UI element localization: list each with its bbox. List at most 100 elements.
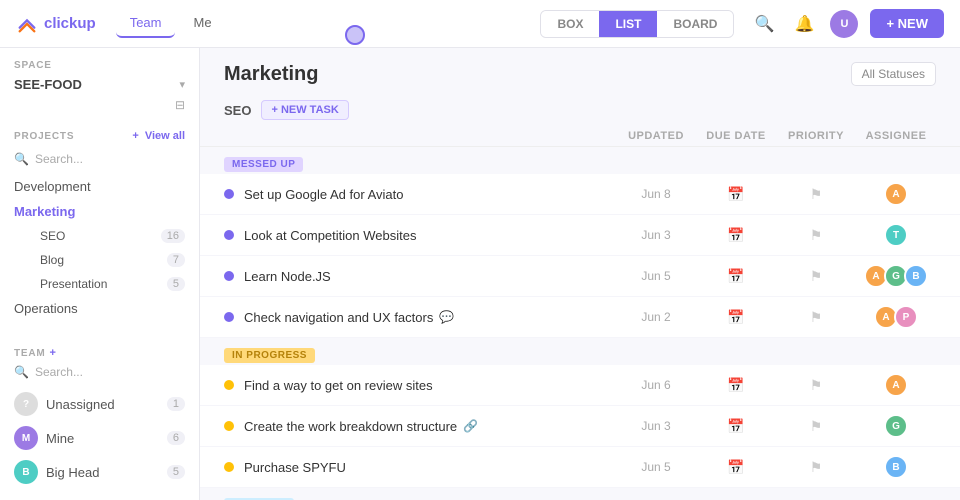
avatar: P [894, 305, 918, 329]
task-updated: Jun 8 [616, 187, 696, 201]
col-updated: UPDATED [616, 130, 696, 142]
table-row[interactable]: Check navigation and UX factors 💬 Jun 2 … [200, 297, 960, 338]
sidebar-item-marketing[interactable]: Marketing [0, 199, 199, 224]
projects-actions: + View all [132, 130, 185, 142]
bighead-avatar: B [14, 460, 38, 484]
mine-label: Mine [46, 431, 74, 446]
status-badge-messed-up: MESSED UP [224, 157, 303, 172]
calendar-icon: 📅 [727, 186, 744, 202]
view-all-projects-link[interactable]: View all [145, 130, 185, 142]
assignee-group: B [884, 455, 908, 479]
table-row[interactable]: Look at Competition Websites Jun 3 📅 ⚑ T [200, 215, 960, 256]
sidebar-team-mine[interactable]: M Mine 6 [0, 421, 199, 455]
sidebar-item-operations[interactable]: Operations [0, 296, 199, 321]
sidebar-item-seo-label: SEO [40, 229, 65, 243]
task-name: Look at Competition Websites [244, 228, 616, 243]
status-filter-button[interactable]: All Statuses [851, 62, 936, 86]
nav-icons: 🔍 🔔 U [750, 10, 858, 38]
projects-section: PROJECTS + View all 🔍 Search... Developm… [0, 124, 199, 321]
main-header: Marketing All Statuses [200, 48, 960, 94]
view-tab-box[interactable]: BOX [541, 11, 599, 37]
task-priority: ⚑ [776, 377, 856, 394]
task-due: 📅 [696, 377, 776, 394]
new-task-button[interactable]: + NEW TASK [261, 100, 348, 120]
team-label: TEAM [14, 348, 46, 359]
task-assignee: A P [856, 305, 936, 329]
avatar: A [884, 373, 908, 397]
col-assignee: ASSIGNEE [856, 130, 936, 142]
sidebar-team-bighead[interactable]: B Big Head 5 [0, 455, 199, 489]
sidebar-filter-icon[interactable]: ⊟ [175, 98, 185, 112]
task-name: Set up Google Ad for Aviato [244, 187, 616, 202]
sidebar-item-blog-count: 7 [167, 253, 185, 267]
task-due: 📅 [696, 309, 776, 326]
task-group-header-starting: STARTING [200, 488, 960, 500]
table-row[interactable]: Set up Google Ad for Aviato Jun 8 📅 ⚑ A [200, 174, 960, 215]
project-search[interactable]: 🔍 Search... [0, 148, 199, 174]
nav-tab-me[interactable]: Me [179, 9, 225, 38]
nav-tabs: Team Me [116, 9, 226, 38]
avatar: B [904, 264, 928, 288]
task-dot [224, 312, 234, 322]
task-group-starting: STARTING [200, 488, 960, 500]
task-due: 📅 [696, 459, 776, 476]
task-name: Find a way to get on review sites [244, 378, 616, 393]
view-tab-board[interactable]: BOARD [657, 11, 733, 37]
search-icon[interactable]: 🔍 [750, 10, 778, 38]
task-dot [224, 189, 234, 199]
assignee-group: A P [874, 305, 918, 329]
priority-icon: ⚑ [810, 268, 823, 284]
search-placeholder: Search... [35, 152, 83, 166]
new-button[interactable]: + NEW [870, 9, 944, 38]
team-search[interactable]: 🔍 Search... [0, 361, 199, 387]
priority-icon: ⚑ [810, 459, 823, 475]
add-team-button[interactable]: + [50, 347, 56, 359]
projects-label: PROJECTS [14, 131, 74, 142]
nav-tab-team[interactable]: Team [116, 9, 176, 38]
sidebar-team-unassigned[interactable]: ? Unassigned 1 [0, 387, 199, 421]
task-assignee: B [856, 455, 936, 479]
assignee-group: T [884, 223, 908, 247]
user-avatar[interactable]: U [830, 10, 858, 38]
bighead-count: 5 [167, 465, 185, 479]
task-updated: Jun 3 [616, 228, 696, 242]
sidebar-item-presentation[interactable]: Presentation 5 [26, 272, 199, 296]
sidebar-item-development[interactable]: Development [0, 174, 199, 199]
calendar-icon: 📅 [727, 459, 744, 475]
logo-area: clickup [16, 13, 96, 35]
table-row[interactable]: Purchase SPYFU Jun 5 📅 ⚑ B [200, 447, 960, 488]
team-section: TEAM + 🔍 Search... ? Unassigned 1 M Mine [0, 341, 199, 489]
task-priority: ⚑ [776, 459, 856, 476]
avatar: A [884, 182, 908, 206]
mine-avatar: M [14, 426, 38, 450]
search-icon: 🔍 [14, 152, 29, 166]
task-priority: ⚑ [776, 268, 856, 285]
mine-count: 6 [167, 431, 185, 445]
space-label: SPACE [0, 60, 199, 75]
table-row[interactable]: Learn Node.JS Jun 5 📅 ⚑ A G B [200, 256, 960, 297]
space-name-row: SEE-FOOD ▾ [0, 75, 199, 98]
calendar-icon: 📅 [727, 268, 744, 284]
view-tab-list[interactable]: LIST [599, 11, 657, 37]
task-due: 📅 [696, 418, 776, 435]
notifications-icon[interactable]: 🔔 [790, 10, 818, 38]
table-row[interactable]: Create the work breakdown structure 🔗 Ju… [200, 406, 960, 447]
sidebar-item-development-label: Development [14, 179, 91, 194]
sidebar-item-blog[interactable]: Blog 7 [26, 248, 199, 272]
task-name: Create the work breakdown structure 🔗 [244, 419, 616, 434]
assignee-group: A [884, 182, 908, 206]
add-project-button[interactable]: + [132, 130, 138, 142]
task-group-in-progress: IN PROGRESS Find a way to get on review … [200, 338, 960, 488]
unassigned-label: Unassigned [46, 397, 115, 412]
calendar-icon: 📅 [727, 377, 744, 393]
task-dot [224, 271, 234, 281]
sidebar-item-seo-count: 16 [161, 229, 185, 243]
sidebar-item-seo[interactable]: SEO 16 [26, 224, 199, 248]
column-headers: UPDATED DUE DATE PRIORITY ASSIGNEE [200, 126, 960, 147]
space-name: SEE-FOOD [14, 77, 82, 92]
avatar: G [884, 414, 908, 438]
table-row[interactable]: Find a way to get on review sites Jun 6 … [200, 365, 960, 406]
task-assignee: A [856, 182, 936, 206]
task-updated: Jun 6 [616, 378, 696, 392]
task-attachment-icon: 💬 [439, 310, 454, 324]
